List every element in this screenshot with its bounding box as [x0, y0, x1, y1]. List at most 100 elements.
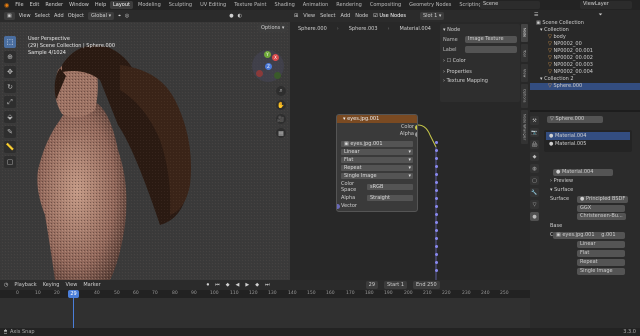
options-dropdown[interactable]: Options ▾	[258, 24, 288, 32]
timeline-menu-view[interactable]: View	[65, 282, 77, 288]
outliner-item[interactable]: ▽ Sphere.000	[530, 83, 640, 90]
move-icon[interactable]: ✥	[4, 66, 16, 78]
outliner-item[interactable]: ▽ body	[530, 34, 640, 41]
navigation-gizmo[interactable]: X Y Z	[252, 50, 284, 82]
outliner-item[interactable]: ▽ NP0002_00.004	[530, 69, 640, 76]
prev-key-icon[interactable]: ◆	[226, 282, 230, 288]
playhead[interactable]: 29	[68, 290, 79, 298]
data-tab-icon[interactable]: ▽	[530, 200, 539, 209]
outliner[interactable]: ☰ ⏷ ▣ Scene Collection ▾ Collection ▽ bo…	[530, 10, 640, 110]
grid-icon[interactable]: ▦	[276, 128, 286, 138]
camera-icon[interactable]: 🎥	[276, 114, 286, 124]
surface-shader-field[interactable]: ● Principled BSDF	[577, 196, 629, 203]
proportional-edit-icon[interactable]: ◎	[125, 13, 129, 19]
rotate-icon[interactable]: ↻	[4, 81, 16, 93]
material-name-field[interactable]: ● Material.004	[553, 169, 613, 176]
orientation-dropdown[interactable]: Global ▾	[88, 12, 115, 20]
next-key-icon[interactable]: ◆	[255, 282, 259, 288]
x-axis-icon[interactable]: X	[272, 54, 279, 61]
node-collapse-icon[interactable]: ▾	[343, 116, 346, 122]
menu-edit[interactable]: Edit	[30, 2, 40, 8]
timeline[interactable]: ◷ Playback Keying View Marker ⏺ ⏮ ◆ ◀ ▶ …	[0, 280, 530, 328]
pan-hand-icon[interactable]: ✋	[276, 100, 286, 110]
start-frame-field[interactable]: Start 1	[384, 281, 408, 289]
menu-render[interactable]: Render	[45, 2, 63, 8]
add-cube-icon[interactable]: ▢	[4, 156, 16, 168]
timeline-track-area[interactable]	[0, 298, 530, 328]
y-axis-icon[interactable]: Y	[264, 51, 271, 58]
shading-solid-icon[interactable]: ●	[229, 13, 233, 19]
record-icon[interactable]: ⏺	[207, 282, 210, 288]
outliner-item[interactable]: ▾ Collection	[530, 27, 640, 34]
z-axis-icon[interactable]: Z	[265, 63, 272, 70]
tab-layout[interactable]: Layout	[110, 1, 133, 9]
blender-logo-icon[interactable]: ◉	[4, 2, 9, 9]
shading-rendered-icon[interactable]: ◐	[238, 13, 242, 19]
src-dropdown[interactable]: Single Image	[577, 268, 625, 275]
timeline-ruler[interactable]: 0 10 20 40 50 60 70 80 90 100 110 120 13…	[0, 290, 530, 298]
render-tab-icon[interactable]: 📷	[530, 128, 539, 137]
tab-sculpting[interactable]: Sculpting	[166, 1, 195, 9]
active-object-field[interactable]: ▽ Sphere.000	[547, 115, 603, 123]
extension-dropdown[interactable]: Repeat ▾	[341, 165, 413, 171]
end-frame-field[interactable]: End 250	[413, 281, 440, 289]
tab-uv-editing[interactable]: UV Editing	[197, 1, 229, 9]
tab-compositing[interactable]: Compositing	[367, 1, 404, 9]
properties-editor[interactable]: ⚒ 📷 🖨 ◆ ◍ ▢ 🔧 ▽ ● ▽ Sphere.000 ● Materia…	[530, 112, 640, 336]
tab-modeling[interactable]: Modeling	[135, 1, 164, 9]
image-texture-node[interactable]: ▾ eyes.jpg.001 Color Alpha ▣ eyes.jpg.00…	[336, 114, 418, 212]
menu-help[interactable]: Help	[95, 2, 106, 8]
snap-icon[interactable]: ⌖	[118, 13, 121, 19]
outliner-item[interactable]: ▾ Collection 2	[530, 76, 640, 83]
ext-dropdown[interactable]: Repeat	[577, 259, 625, 266]
tab-shading[interactable]: Shading	[271, 1, 297, 9]
outliner-item[interactable]: ▽ NP0002_00.002	[530, 55, 640, 62]
projection-dropdown[interactable]: Flat ▾	[341, 157, 413, 163]
image-datablock-field[interactable]: ▣ eyes.jpg.001	[553, 232, 601, 239]
preview-section[interactable]: › Preview	[530, 177, 640, 186]
outliner-item[interactable]: ▽ NP0002_00	[530, 41, 640, 48]
view-layer-selector[interactable]: ViewLayer	[580, 1, 632, 9]
scene-tab-icon[interactable]: ◆	[530, 152, 539, 161]
interpolation-dropdown[interactable]: Linear ▾	[341, 149, 413, 155]
output-color-socket[interactable]	[415, 125, 417, 130]
outliner-item[interactable]: ▽ NP0002_00.001	[530, 48, 640, 55]
neg-y-axis-icon[interactable]	[274, 72, 281, 79]
output-tab-icon[interactable]: 🖨	[530, 140, 539, 149]
tab-texture-paint[interactable]: Texture Paint	[231, 1, 269, 9]
material-slot-list[interactable]: ● Material.004 ● Material.005	[544, 130, 632, 152]
subsurface-method-dropdown[interactable]: Christensen-Bu...	[577, 213, 626, 220]
tab-animation[interactable]: Animation	[300, 1, 332, 9]
timeline-menu-marker[interactable]: Marker	[83, 282, 100, 288]
surface-section[interactable]: ▾ Surface	[530, 186, 640, 195]
outliner-item[interactable]: ▣ Scene Collection	[530, 20, 640, 27]
jump-end-icon[interactable]: ⏭	[265, 282, 270, 288]
source-dropdown[interactable]: Single Image ▾	[341, 173, 413, 179]
outliner-type-icon[interactable]: ☰	[534, 12, 538, 18]
color-space-dropdown[interactable]: sRGB	[367, 184, 413, 190]
viewport-menu-view[interactable]: View	[19, 13, 31, 19]
scale-icon[interactable]: ⤢	[4, 96, 16, 108]
viewport-menu-select[interactable]: Select	[35, 13, 50, 19]
tab-rendering[interactable]: Rendering	[333, 1, 365, 9]
shader-node-editor[interactable]: ⊞ View Select Add Node ☑ Use Nodes Slot …	[290, 10, 530, 280]
jump-start-icon[interactable]: ⏮	[215, 282, 220, 288]
proj-dropdown[interactable]: Flat	[577, 250, 625, 257]
timeline-menu-playback[interactable]: Playback	[14, 282, 36, 288]
scene-selector[interactable]: Scene	[480, 1, 540, 9]
world-tab-icon[interactable]: ◍	[530, 164, 539, 173]
annotate-icon[interactable]: ✎	[4, 126, 16, 138]
material-slot-item[interactable]: ● Material.004	[546, 132, 630, 140]
play-reverse-icon[interactable]: ◀	[236, 282, 240, 288]
node-title[interactable]: ▾ eyes.jpg.001	[337, 115, 417, 123]
tool-tab-icon[interactable]: ⚒	[530, 116, 539, 125]
zoom-icon[interactable]: ⌕	[276, 86, 286, 96]
editor-type-icon[interactable]: ▣	[4, 12, 15, 20]
distribution-dropdown[interactable]: GGX	[577, 205, 625, 212]
material-tab-icon[interactable]: ●	[530, 212, 539, 221]
menu-file[interactable]: File	[15, 2, 23, 8]
play-icon[interactable]: ▶	[245, 282, 249, 288]
3d-viewport[interactable]: ▣ View Select Add Object Global ▾ ⌖ ◎ ● …	[0, 10, 290, 280]
material-slot-item[interactable]: ● Material.005	[546, 140, 630, 148]
timeline-menu-keying[interactable]: Keying	[43, 282, 60, 288]
